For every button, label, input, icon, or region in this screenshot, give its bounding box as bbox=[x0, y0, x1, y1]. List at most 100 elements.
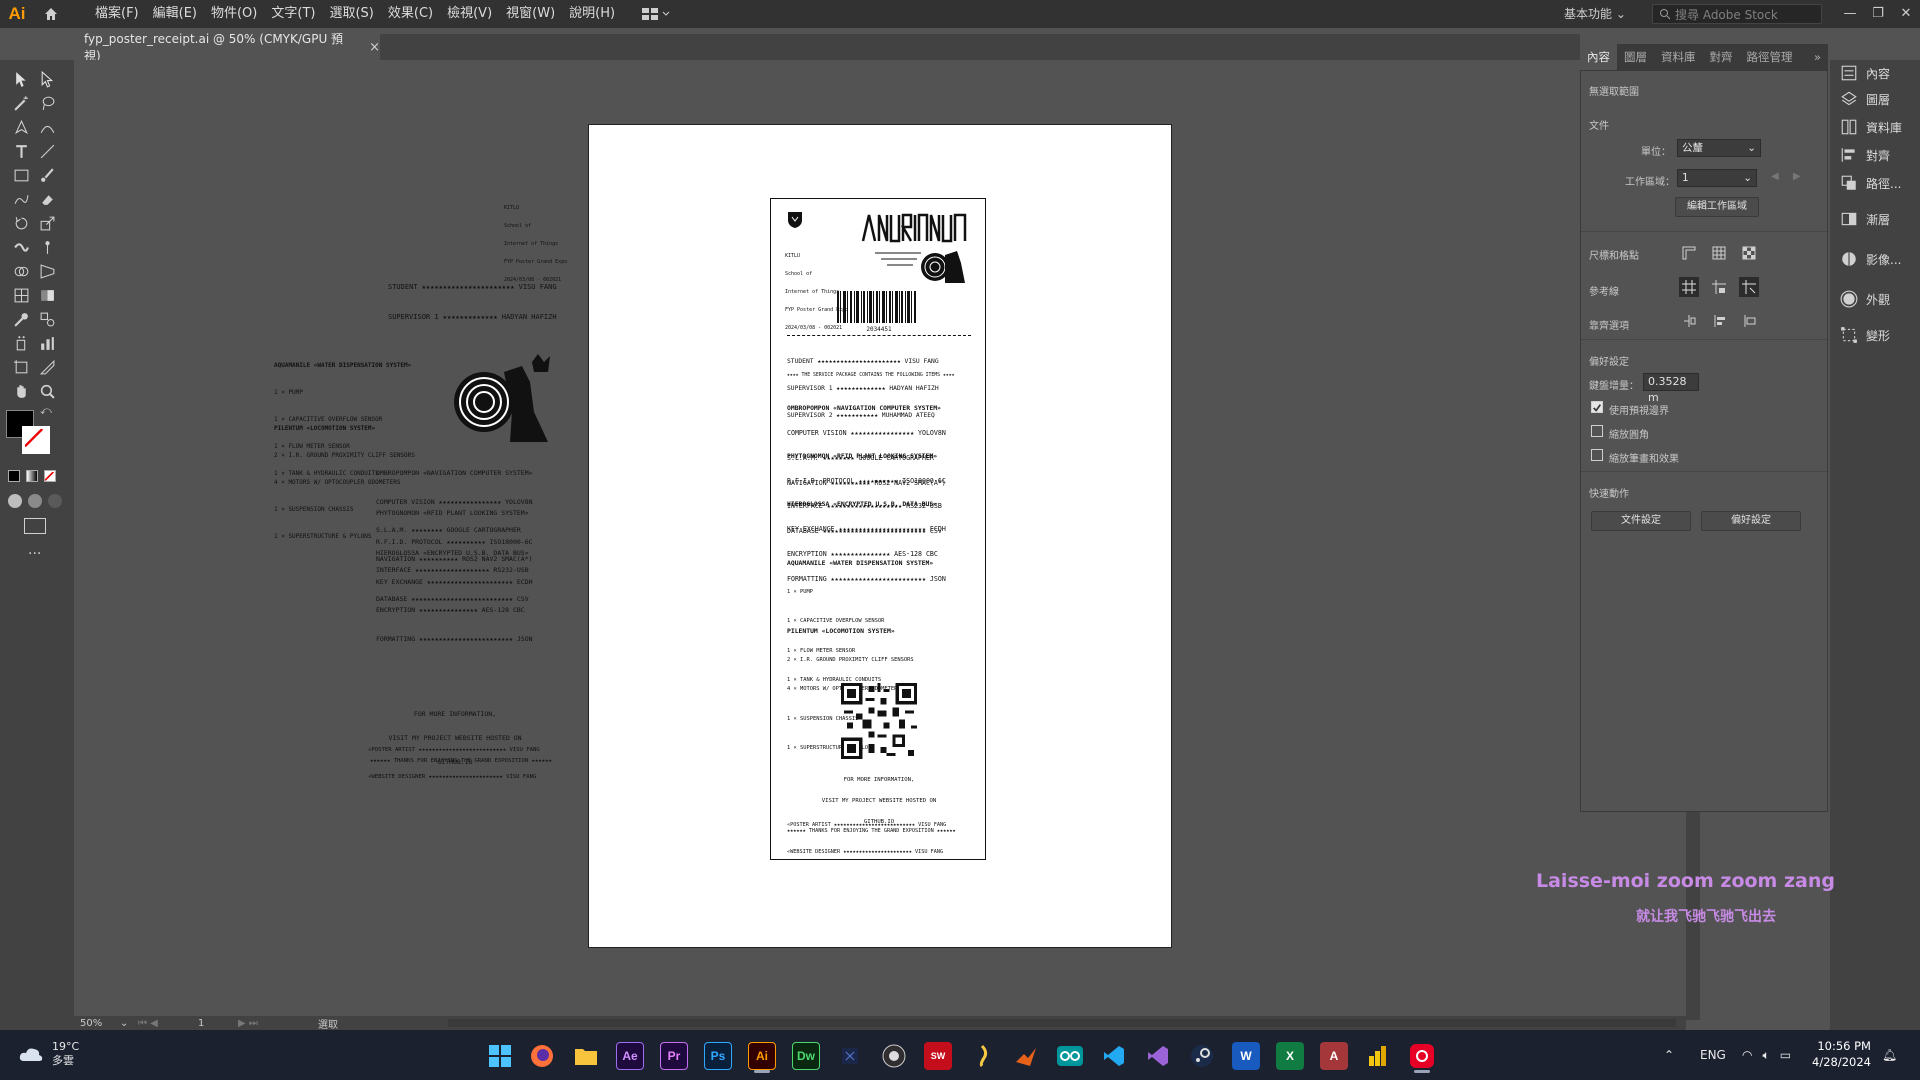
workspace-switcher[interactable]: 基本功能 ⌄ bbox=[1564, 0, 1626, 28]
scale-strokes-checkbox[interactable] bbox=[1591, 449, 1603, 461]
document-tab[interactable]: fyp_poster_receipt.ai @ 50% (CMYK/GPU 預視… bbox=[74, 32, 380, 63]
smart-guides-icon[interactable] bbox=[1739, 277, 1759, 297]
pasteboard-hieroglossa[interactable]: HIEROGLOSSA «ENCRYPTED U.S.B. DATA BUS» … bbox=[376, 530, 533, 663]
zoom-tool-icon[interactable] bbox=[36, 380, 58, 402]
type-tool-icon[interactable] bbox=[10, 140, 32, 162]
system-tray-icons[interactable]: ◠ 🔈︎ ▭ bbox=[1742, 1030, 1791, 1080]
dreamweaver-icon[interactable]: Dw bbox=[792, 1042, 820, 1070]
draw-normal-icon[interactable] bbox=[8, 494, 22, 508]
none-mode-icon[interactable] bbox=[44, 470, 56, 482]
powerbi-icon[interactable] bbox=[1364, 1042, 1392, 1070]
steam-icon[interactable] bbox=[1188, 1042, 1216, 1070]
excel-icon[interactable]: X bbox=[1276, 1042, 1304, 1070]
arrange-documents-button[interactable] bbox=[642, 4, 678, 24]
unit-select[interactable]: 公釐 ⌄ bbox=[1677, 139, 1761, 157]
pasteboard-people-text[interactable]: STUDENT ★★★★★★★★★★★★★★★★★★★★★★ VISU FANG… bbox=[388, 262, 557, 342]
firefox-icon[interactable] bbox=[528, 1042, 556, 1070]
eyedropper-icon[interactable] bbox=[10, 308, 32, 330]
tab-align[interactable]: 對齊 bbox=[1703, 44, 1740, 70]
tab-properties[interactable]: 內容 bbox=[1580, 44, 1617, 70]
direct-selection-tool-icon[interactable] bbox=[36, 68, 58, 90]
pen-tool-icon[interactable] bbox=[10, 116, 32, 138]
access-icon[interactable]: A bbox=[1320, 1042, 1348, 1070]
word-icon[interactable]: W bbox=[1232, 1042, 1260, 1070]
clock[interactable]: 10:56 PM 4/28/2024 bbox=[1812, 1038, 1871, 1070]
keyboard-increment-input[interactable]: 0.3528 m bbox=[1643, 373, 1699, 404]
illustrator-icon[interactable]: Ai bbox=[748, 1042, 776, 1070]
tab-pathfinder[interactable]: 路徑管理 bbox=[1740, 44, 1800, 70]
wifi-icon[interactable]: ◠ bbox=[1742, 1048, 1752, 1062]
artboard-tool-icon[interactable] bbox=[10, 356, 32, 378]
dock-item-layers[interactable]: 圖層 bbox=[1840, 90, 1890, 108]
eraser-tool-icon[interactable] bbox=[36, 188, 58, 210]
dock-item-libraries[interactable]: 資料庫 bbox=[1840, 118, 1902, 136]
perspective-grid-icon[interactable] bbox=[36, 260, 58, 282]
language-indicator[interactable]: ENG bbox=[1700, 1030, 1726, 1080]
arduino-icon[interactable] bbox=[1056, 1042, 1084, 1070]
mesh-tool-icon[interactable] bbox=[10, 284, 32, 306]
vscode-icon[interactable] bbox=[1100, 1042, 1128, 1070]
more-tools-icon[interactable]: ··· bbox=[28, 546, 41, 562]
scale-corners-checkbox[interactable] bbox=[1591, 425, 1603, 437]
app-icon[interactable] bbox=[968, 1042, 996, 1070]
zoom-level[interactable]: 50% bbox=[80, 1018, 120, 1029]
pasteboard-thanks[interactable]: ★★★★★★ THANKS FOR ENJOYING THE GRAND EXP… bbox=[370, 758, 552, 764]
rotate-tool-icon[interactable] bbox=[10, 212, 32, 234]
notification-bell-icon[interactable]: 🔔︎ bbox=[1882, 1030, 1897, 1080]
matlab-icon[interactable] bbox=[1012, 1042, 1040, 1070]
shape-builder-icon[interactable] bbox=[10, 260, 32, 282]
netease-music-icon[interactable] bbox=[1408, 1042, 1436, 1070]
transparency-grid-icon[interactable] bbox=[1739, 243, 1759, 263]
pasteboard-credits[interactable]: «POSTER ARTIST ★★★★★★★★★★★★★★★★★★★★★★★★★… bbox=[368, 728, 540, 800]
dock-item-pathfinder[interactable]: 路徑... bbox=[1840, 174, 1901, 192]
stock-search-input[interactable]: 搜尋 Adobe Stock bbox=[1652, 4, 1822, 24]
dock-item-transform[interactable]: 變形 bbox=[1840, 326, 1890, 344]
menu-select[interactable]: 選取(S) bbox=[322, 0, 380, 28]
grid-icon[interactable] bbox=[1709, 243, 1729, 263]
snap-point-icon[interactable] bbox=[1679, 311, 1699, 331]
emblem-graphic[interactable] bbox=[452, 352, 552, 448]
artboard-nav-prev-icon[interactable]: ⏮ ◀ bbox=[138, 1018, 198, 1029]
blend-tool-icon[interactable] bbox=[36, 308, 58, 330]
gradient-tool-icon[interactable] bbox=[36, 284, 58, 306]
app-icon[interactable] bbox=[836, 1042, 864, 1070]
menu-edit[interactable]: 編輯(E) bbox=[146, 0, 204, 28]
line-tool-icon[interactable] bbox=[36, 140, 58, 162]
slice-tool-icon[interactable] bbox=[36, 356, 58, 378]
volume-icon[interactable]: 🔈︎ bbox=[1762, 1048, 1769, 1063]
canvas[interactable]: KITLU School of Internet of Things FYP P… bbox=[74, 60, 1580, 1020]
paintbrush-tool-icon[interactable] bbox=[36, 164, 58, 186]
artboard-nav-next-icon[interactable]: ▶ ⏭ bbox=[238, 1018, 318, 1029]
puppet-warp-icon[interactable] bbox=[36, 236, 58, 258]
screen-mode-icon[interactable] bbox=[24, 518, 46, 534]
graph-tool-icon[interactable] bbox=[36, 332, 58, 354]
selection-tool-icon[interactable] bbox=[10, 68, 32, 90]
warp-tool-icon[interactable] bbox=[10, 236, 32, 258]
fill-stroke-swatches[interactable]: ⤺ bbox=[6, 404, 54, 458]
color-mode-icon[interactable] bbox=[8, 470, 20, 482]
after-effects-icon[interactable]: Ae bbox=[616, 1042, 644, 1070]
chevron-down-icon[interactable]: ⌄ bbox=[120, 1018, 138, 1029]
menu-effect[interactable]: 效果(C) bbox=[381, 0, 440, 28]
file-explorer-icon[interactable] bbox=[572, 1042, 600, 1070]
document-setup-button[interactable]: 文件設定 bbox=[1591, 511, 1691, 531]
tab-libraries[interactable]: 資料庫 bbox=[1654, 44, 1703, 70]
premiere-icon[interactable]: Pr bbox=[660, 1042, 688, 1070]
menu-view[interactable]: 檢視(V) bbox=[440, 0, 499, 28]
menu-file[interactable]: 檔案(F) bbox=[88, 0, 146, 28]
windows-start-icon[interactable] bbox=[486, 1042, 514, 1070]
gradient-mode-icon[interactable] bbox=[26, 470, 38, 482]
snap-pixel-icon[interactable] bbox=[1709, 311, 1729, 331]
scale-tool-icon[interactable] bbox=[36, 212, 58, 234]
use-preview-bounds-checkbox[interactable] bbox=[1591, 401, 1603, 413]
menu-window[interactable]: 視窗(W) bbox=[499, 0, 562, 28]
solidworks-icon[interactable]: SW bbox=[924, 1042, 952, 1070]
obs-icon[interactable] bbox=[880, 1042, 908, 1070]
lasso-icon[interactable] bbox=[36, 92, 58, 114]
edit-artboard-button[interactable]: 編輯工作區域 bbox=[1675, 197, 1759, 217]
prev-artboard-icon[interactable]: ◀ bbox=[1771, 171, 1779, 182]
photoshop-icon[interactable]: Ps bbox=[704, 1042, 732, 1070]
preferences-button[interactable]: 偏好設定 bbox=[1701, 511, 1801, 531]
dock-item-image-trace[interactable]: 影像... bbox=[1840, 250, 1901, 268]
battery-icon[interactable]: ▭ bbox=[1780, 1048, 1791, 1062]
